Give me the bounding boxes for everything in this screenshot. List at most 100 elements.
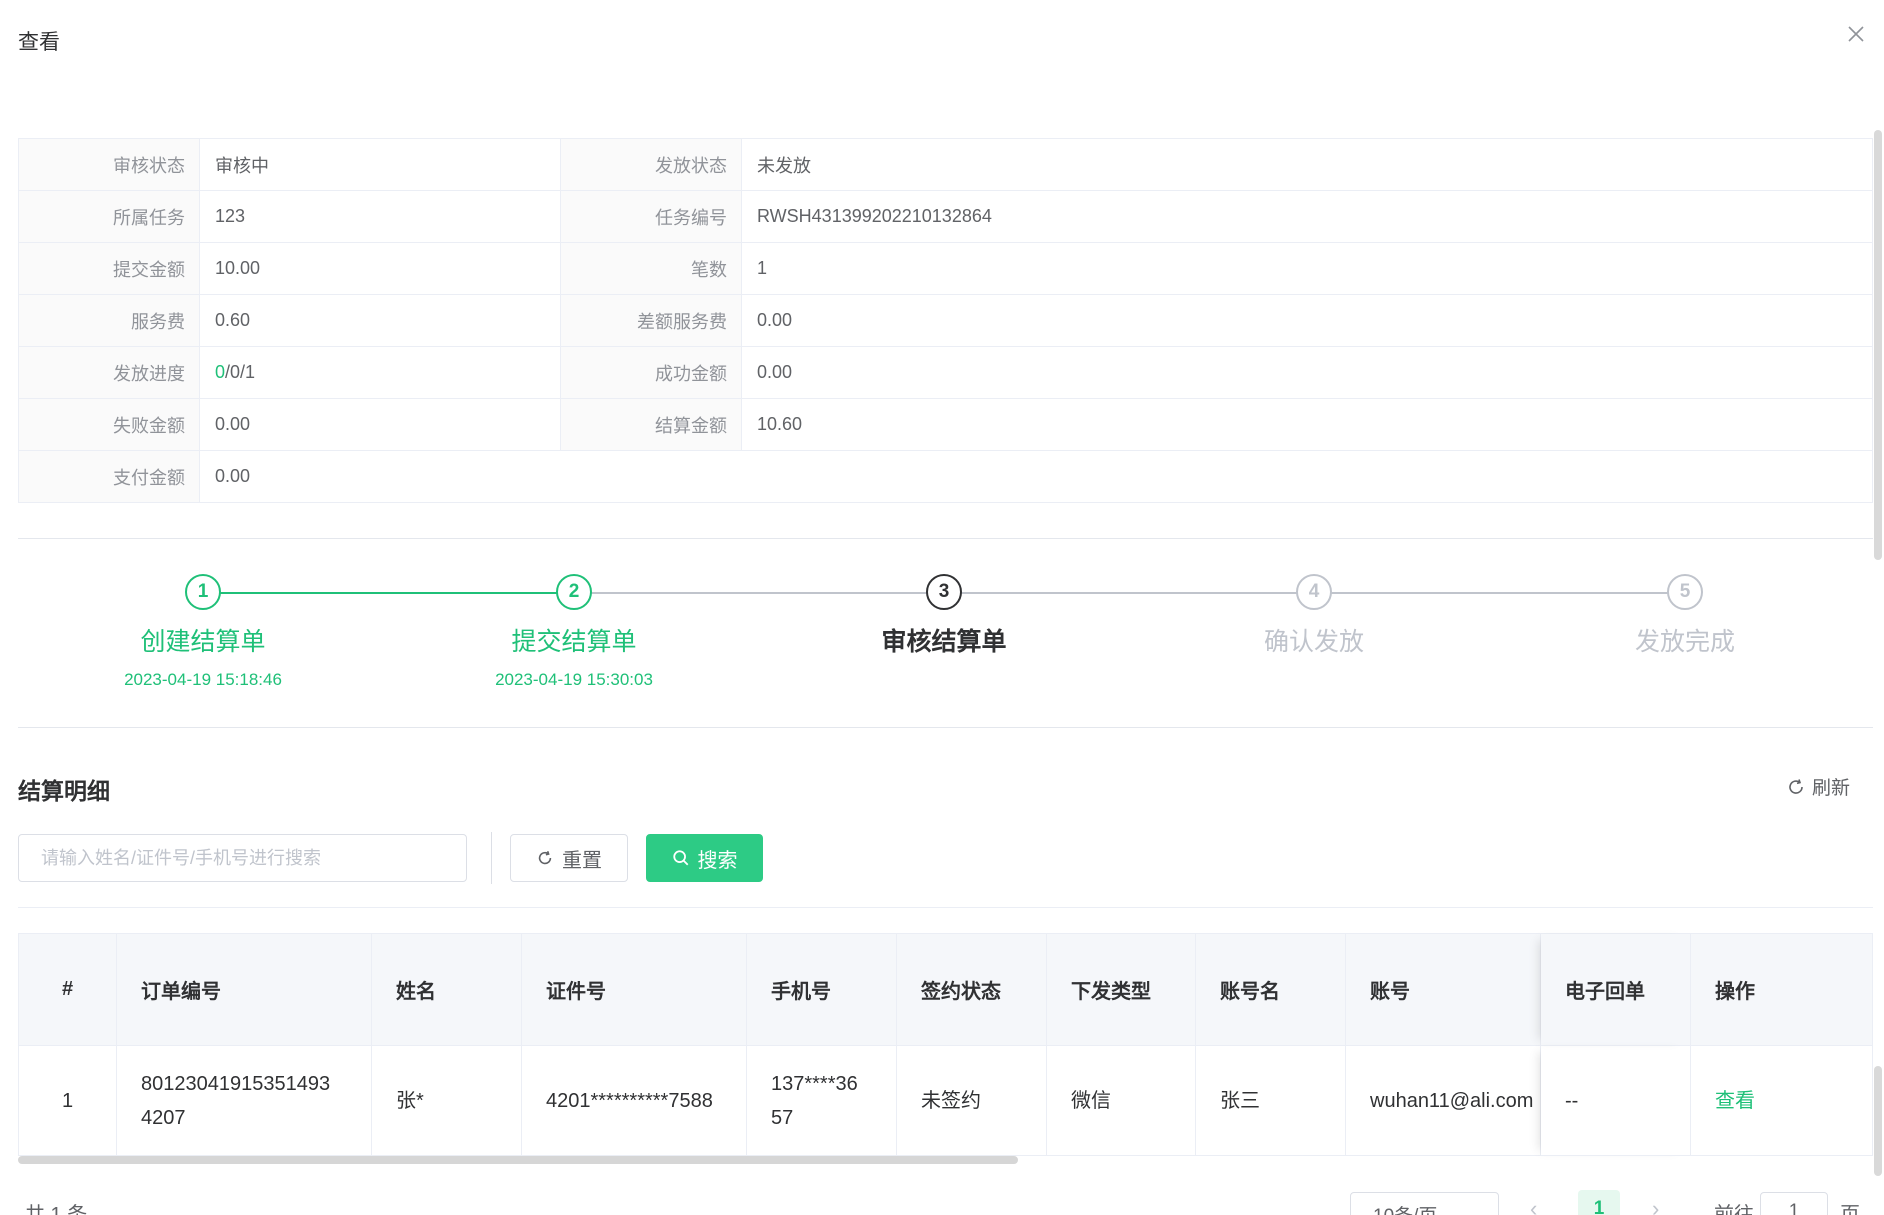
detail-value: 0.00	[742, 347, 1873, 399]
details-row: 失败金额 0.00 结算金额 10.60	[19, 399, 1873, 451]
details-row: 提交金额 10.00 笔数 1	[19, 243, 1873, 295]
step-complete: 5 发放完成	[1535, 574, 1835, 658]
goto-page-input[interactable]	[1760, 1192, 1828, 1215]
order-no-line: 4207	[141, 1106, 186, 1129]
detail-label: 任务编号	[561, 191, 742, 243]
search-icon	[672, 850, 688, 866]
cell-sign-status: 未签约	[897, 1046, 1047, 1156]
detail-label: 结算金额	[561, 399, 742, 451]
settlement-table: # 订单编号 姓名 证件号 手机号 签约状态 下发类型 账号名 账号 电子回单 …	[18, 933, 1873, 1156]
detail-value: 1	[742, 243, 1873, 295]
cell-phone: 137****36 57	[747, 1046, 897, 1156]
details-row: 发放进度 0/0/1 成功金额 0.00	[19, 347, 1873, 399]
details-row: 服务费 0.60 差额服务费 0.00	[19, 295, 1873, 347]
divider	[18, 538, 1873, 539]
detail-label: 笔数	[561, 243, 742, 295]
search-input[interactable]	[18, 834, 467, 882]
column-header: #	[19, 934, 117, 1046]
detail-label: 失败金额	[19, 399, 200, 451]
step-number: 2	[556, 574, 592, 610]
step-title: 创建结算单	[140, 628, 266, 656]
phone-line: 57	[771, 1106, 794, 1129]
step-time: 2023-04-19 15:30:03	[495, 670, 653, 689]
progress-steps: 1 创建结算单 2023-04-19 15:18:46 2 提交结算单 2023…	[18, 574, 1873, 694]
column-header: 签约状态	[897, 934, 1047, 1046]
step-title: 确认发放	[1263, 628, 1364, 656]
details-row: 所属任务 123 任务编号 RWSH431399202210132864	[19, 191, 1873, 243]
close-icon[interactable]	[1844, 22, 1868, 46]
goto-label: 前往	[1714, 1204, 1754, 1215]
column-header: 操作	[1691, 934, 1873, 1046]
column-header: 账号名	[1196, 934, 1346, 1046]
detail-label: 所属任务	[19, 191, 200, 243]
refresh-button[interactable]: 刷新	[1786, 773, 1850, 800]
refresh-icon	[538, 851, 552, 865]
cell-issue-type: 微信	[1047, 1046, 1196, 1156]
divider	[18, 907, 1873, 908]
step-create: 1 创建结算单 2023-04-19 15:18:46	[53, 574, 353, 690]
cell-action: 查看	[1691, 1046, 1873, 1156]
detail-label: 审核状态	[19, 139, 200, 191]
detail-value: 0.00	[200, 399, 561, 451]
pagination-total: 共 1 条	[25, 1204, 88, 1215]
progress-rest: /0/1	[225, 362, 256, 382]
column-header: 手机号	[747, 934, 897, 1046]
cell-name: 张*	[372, 1046, 522, 1156]
details-row: 审核状态 审核中 发放状态 未发放	[19, 139, 1873, 191]
view-link[interactable]: 查看	[1715, 1084, 1755, 1118]
step-title: 提交结算单	[511, 628, 637, 656]
detail-value: 123	[200, 191, 561, 243]
step-number: 5	[1667, 574, 1703, 610]
horizontal-scrollbar[interactable]	[18, 1156, 1018, 1164]
search-label: 搜索	[697, 849, 738, 872]
step-connector	[574, 592, 1685, 594]
refresh-icon	[1789, 778, 1803, 794]
cell-account-name: 张三	[1196, 1046, 1346, 1156]
reset-label: 重置	[562, 849, 602, 872]
column-header: 订单编号	[117, 934, 372, 1046]
details-row: 支付金额 0.00	[19, 451, 1873, 503]
step-number: 1	[185, 574, 221, 610]
detail-value: RWSH431399202210132864	[742, 191, 1873, 243]
divider	[491, 832, 492, 884]
refresh-label: 刷新	[1811, 778, 1850, 799]
vertical-scrollbar[interactable]	[1874, 130, 1882, 560]
detail-value: 未发放	[742, 139, 1873, 191]
section-title: 结算明细	[18, 778, 110, 804]
cell-id-no: 4201**********7588	[522, 1046, 747, 1156]
cell-account: wuhan11@ali.com	[1346, 1046, 1541, 1156]
column-header: 下发类型	[1047, 934, 1196, 1046]
reset-button[interactable]: 重置	[510, 834, 628, 882]
column-header: 证件号	[522, 934, 747, 1046]
page-unit-label: 页	[1840, 1204, 1860, 1215]
phone-line: 137****36	[771, 1072, 858, 1095]
cell-index: 1	[19, 1046, 117, 1156]
page-number[interactable]: 1	[1578, 1190, 1620, 1215]
search-button[interactable]: 搜索	[646, 834, 763, 882]
progress-success-count: 0	[215, 362, 226, 382]
detail-value: 10.60	[742, 399, 1873, 451]
table-vertical-scrollbar[interactable]	[1874, 1066, 1882, 1176]
detail-value: 0.60	[200, 295, 561, 347]
detail-label: 服务费	[19, 295, 200, 347]
column-header: 姓名	[372, 934, 522, 1046]
column-header: 账号	[1346, 934, 1541, 1046]
cell-order-no: 80123041915351493 4207	[117, 1046, 372, 1156]
detail-label: 发放状态	[561, 139, 742, 191]
step-number: 3	[926, 574, 962, 610]
table-row: 1 80123041915351493 4207 张* 4201*********…	[19, 1046, 1873, 1156]
detail-value-progress: 0/0/1	[200, 347, 561, 399]
detail-value: 0.00	[200, 451, 1873, 503]
step-confirm: 4 确认发放	[1164, 574, 1464, 658]
chevron-left-icon[interactable]: ‹	[1530, 1196, 1537, 1215]
divider	[18, 727, 1873, 728]
detail-value: 审核中	[200, 139, 561, 191]
step-title: 发放完成	[1634, 628, 1735, 656]
detail-label: 发放进度	[19, 347, 200, 399]
chevron-right-icon[interactable]: ›	[1652, 1196, 1659, 1215]
dialog-title: 查看	[18, 31, 60, 54]
page-size-select[interactable]: 10条/页	[1350, 1192, 1499, 1215]
detail-value: 10.00	[200, 243, 561, 295]
step-title: 审核结算单	[881, 628, 1007, 656]
order-no-line: 80123041915351493	[141, 1072, 331, 1095]
